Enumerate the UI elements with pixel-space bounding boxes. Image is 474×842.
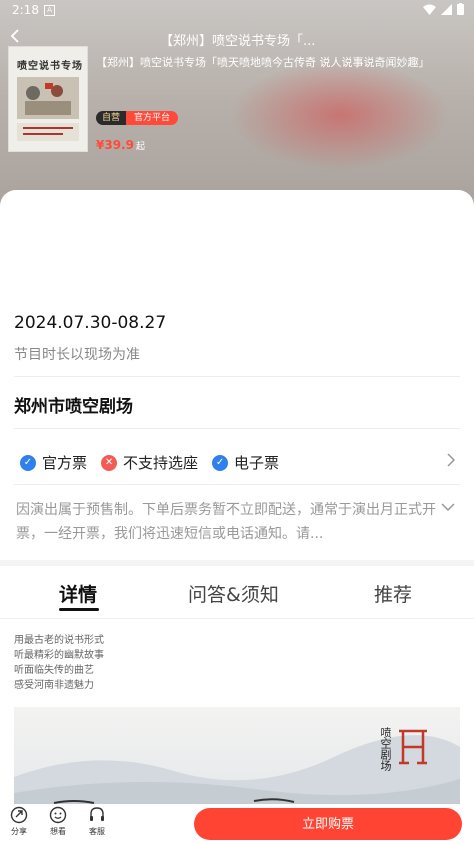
share-icon: [10, 806, 28, 824]
service-label: 客服: [89, 827, 105, 836]
show-title: 【郑州】喷空说书专场「喷天喷地喷今古传奇 说人说事说奇闻妙趣」: [96, 56, 430, 69]
detail-content: 用最古老的说书形式 听最精彩的幽默故事 听面临失传的曲艺 感受河南非遗魅力 喷空…: [0, 619, 474, 809]
intro-line: 用最古老的说书形式: [14, 635, 104, 646]
feature-label: 电子票: [234, 454, 280, 472]
share-button[interactable]: 分享: [4, 806, 34, 837]
chevron-down-icon[interactable]: [440, 500, 456, 516]
tab-active-indicator: [59, 608, 99, 611]
chair-logo-icon: [399, 729, 427, 765]
seller-badges: 自营 官方平台: [96, 111, 179, 125]
detail-tabs: 详情 问答&须知 推荐: [0, 566, 474, 619]
ticket-features[interactable]: ✓ 官方票 ✕ 不支持选座 ✓ 电子票: [20, 452, 293, 473]
self-operated-badge: 自营: [96, 111, 127, 125]
battery-icon: [457, 3, 464, 15]
price-suffix: 起: [135, 142, 145, 152]
chevron-right-icon[interactable]: [446, 452, 458, 470]
status-time: 2:18: [12, 3, 39, 17]
feature-label: 不支持选座: [123, 454, 199, 472]
price: ¥39.9 起: [96, 138, 145, 152]
feature-label: 官方票: [42, 454, 88, 472]
star-face-icon: [49, 806, 67, 824]
status-bar: 2:18 A: [0, 0, 474, 22]
venue-name[interactable]: 郑州市喷空剧场: [14, 392, 133, 417]
wifi-icon: [423, 4, 436, 15]
signal-icon: [441, 3, 452, 15]
cross-icon: ✕: [101, 454, 118, 471]
want-label: 想看: [50, 827, 66, 836]
intro-line: 听最精彩的幽默故事: [14, 650, 104, 661]
buy-now-button[interactable]: 立即购票: [194, 808, 462, 840]
banner-logo-text: 喷空剧场: [379, 727, 392, 771]
tab-details[interactable]: 详情: [59, 580, 97, 607]
check-icon: ✓: [212, 454, 229, 471]
feature-official-ticket: ✓ 官方票: [20, 452, 87, 473]
divider: [14, 376, 460, 377]
notification-icon: A: [44, 5, 55, 16]
page-title: 【郑州】喷空说书专场「...: [160, 34, 316, 49]
back-icon[interactable]: [8, 28, 24, 48]
bottom-action-bar: 分享 想看 客服 立即购票: [0, 804, 474, 842]
promo-banner: 喷空剧场: [14, 707, 460, 809]
feature-e-ticket: ✓ 电子票: [212, 452, 279, 473]
presale-notice: 因演出属于预售制。下单后票务暂不立即配送，通常于演出月正式开票，一经开票，我们将…: [16, 502, 436, 542]
show-poster[interactable]: 喷空说书专场: [8, 46, 88, 152]
info-sheet: 2024.07.30-08.27 节目时长以现场为准 郑州市喷空剧场 ✓ 官方票…: [0, 190, 474, 560]
divider: [14, 484, 460, 485]
hero-backdrop: [230, 60, 450, 170]
poster-illustration: [17, 77, 79, 141]
feature-no-seat-selection: ✕ 不支持选座: [101, 452, 198, 473]
duration-note: 节目时长以现场为准: [14, 347, 140, 363]
tab-recommend[interactable]: 推荐: [374, 580, 412, 607]
customer-service-button[interactable]: 客服: [82, 806, 112, 837]
tab-qa-notice[interactable]: 问答&须知: [188, 580, 279, 607]
banner-logo: 喷空剧场: [379, 727, 431, 771]
intro-line: 感受河南非遗魅力: [14, 680, 94, 691]
hero-header: 2:18 A 【郑州】喷空说书专场「... 喷空说书专场 【郑州】喷空说书专场「…: [0, 0, 474, 215]
divider: [14, 428, 460, 429]
intro-text: 用最古老的说书形式 听最精彩的幽默故事 听面临失传的曲艺 感受河南非遗魅力: [14, 633, 104, 693]
system-icons: [423, 3, 464, 15]
show-dates: 2024.07.30-08.27: [14, 313, 167, 333]
price-value: ¥39.9: [96, 138, 134, 152]
intro-line: 听面临失传的曲艺: [14, 665, 94, 676]
want-to-see-button[interactable]: 想看: [43, 806, 73, 837]
poster-title: 喷空说书专场: [17, 61, 83, 72]
official-platform-badge: 官方平台: [126, 111, 179, 125]
headset-icon: [90, 807, 104, 821]
check-icon: ✓: [20, 454, 36, 471]
share-label: 分享: [11, 827, 27, 836]
